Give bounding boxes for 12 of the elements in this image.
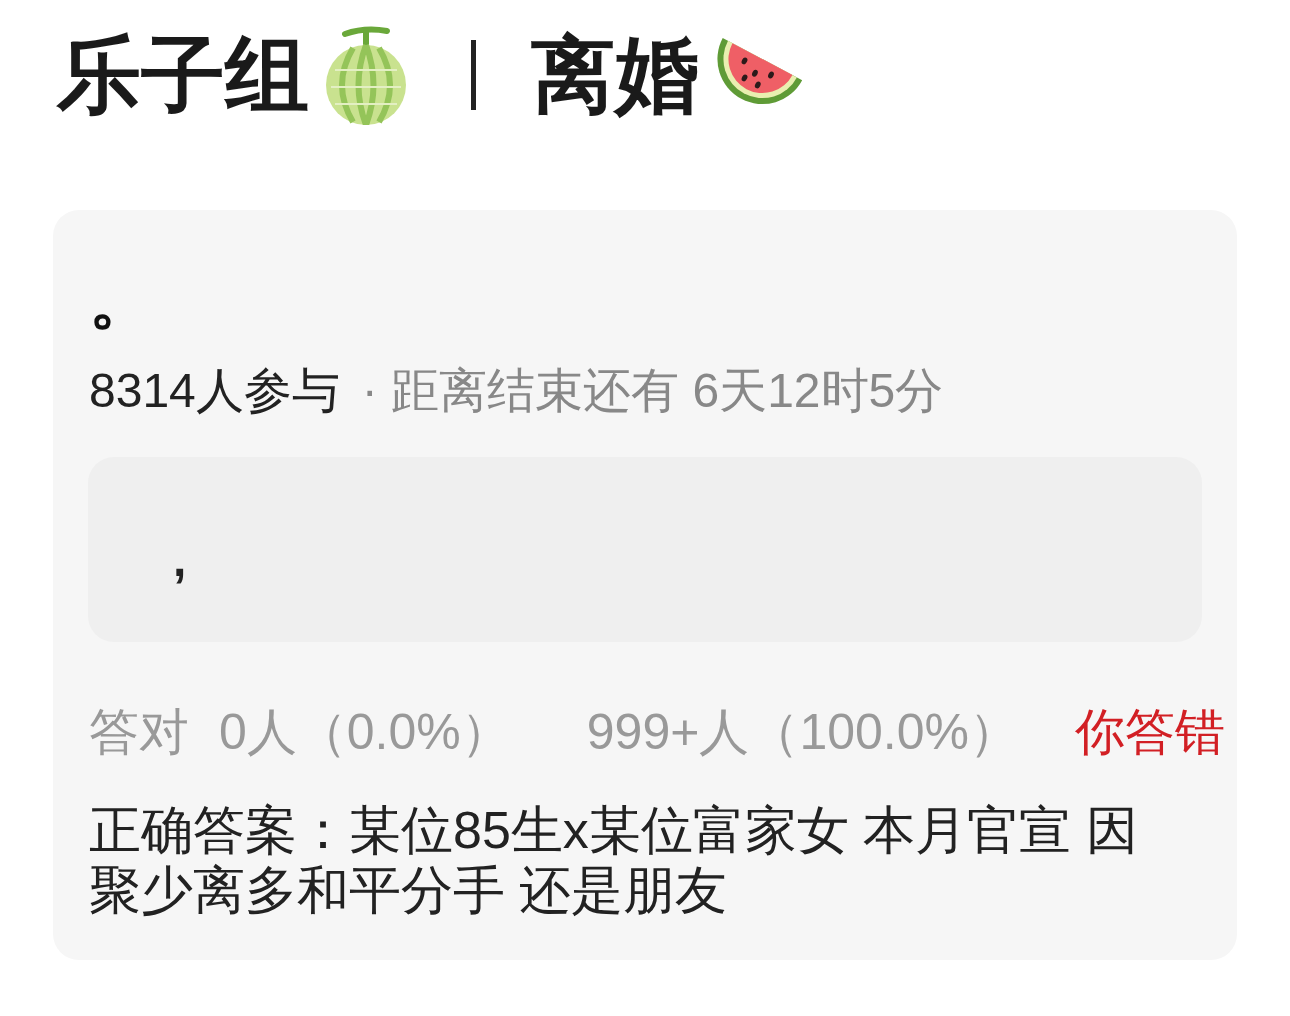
countdown-text: · 距离结束还有 6天12时5分 — [361, 366, 944, 416]
topic-title: 离婚 — [531, 33, 699, 117]
correct-answer-text: 正确答案：某位85生x某位富家女 本月官宣 因聚少离多和平分手 还是朋友 — [89, 800, 1139, 920]
verdict-text: 你答错 — [1075, 703, 1225, 762]
correct-label: 答对 — [89, 703, 189, 762]
answer-option[interactable]: , — [88, 457, 1202, 642]
group-title: 乐子组 — [57, 33, 309, 117]
correct-count: 0人（0.0%） — [219, 703, 511, 762]
wrong-count: 999+人（100.0%） — [586, 703, 1019, 762]
participant-count: 8314人参与 — [89, 366, 340, 416]
melon-icon — [323, 25, 409, 125]
question-text: 。 — [89, 272, 153, 328]
